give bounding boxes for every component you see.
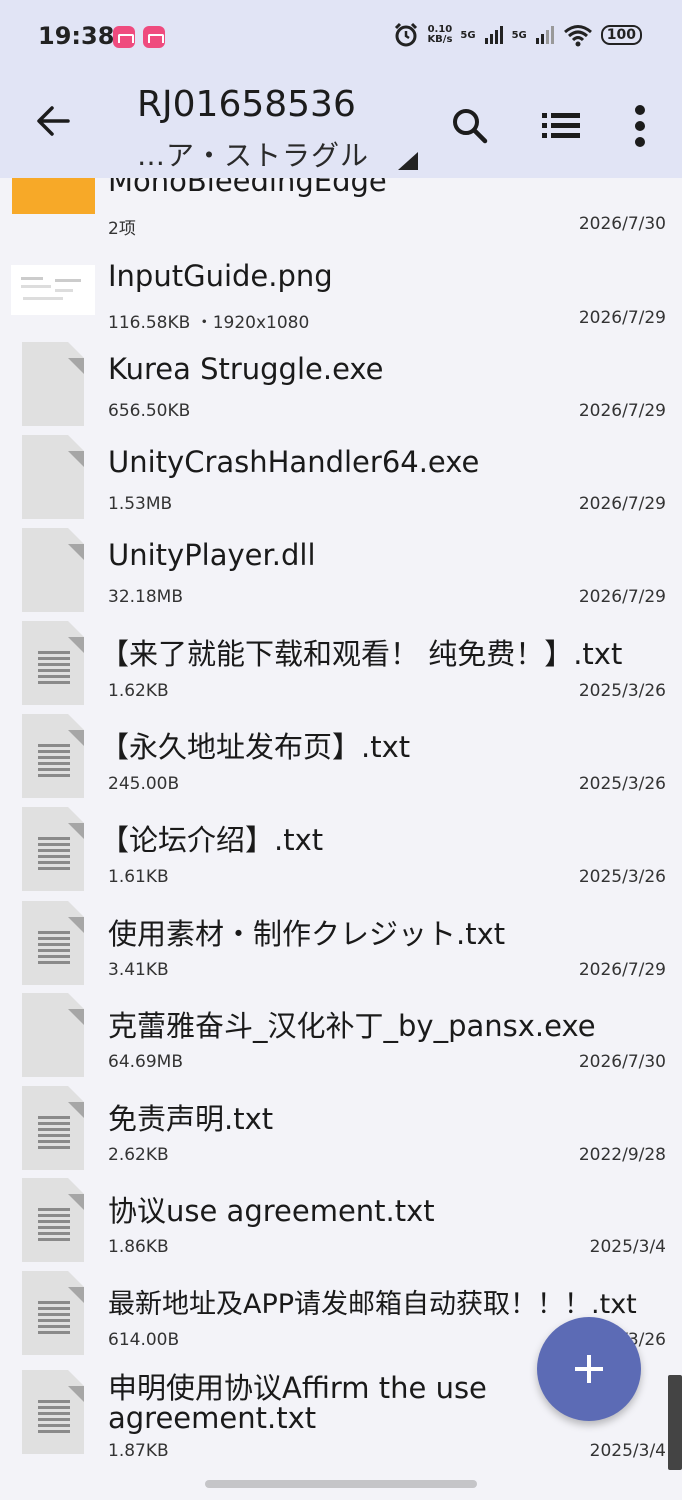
- list-item[interactable]: 【来了就能下载和观看！ 纯免费！】.txt 1.62KB 2025/3/26: [0, 621, 682, 716]
- path-subtitle[interactable]: …ア・ストラグル: [137, 134, 369, 174]
- file-name: 免责声明.txt: [108, 1102, 274, 1136]
- file-date: 2025/3/26: [578, 681, 666, 701]
- list-item[interactable]: 【论坛介绍】.txt 1.61KB 2025/3/26: [0, 807, 682, 902]
- file-meta: 116.58KB ・1920x1080: [108, 313, 310, 333]
- file-name: 协议use agreement.txt: [108, 1194, 435, 1228]
- file-icon: [22, 528, 84, 612]
- text-file-icon: [22, 807, 84, 891]
- scrollbar-thumb[interactable]: [668, 1375, 682, 1470]
- file-date: 2026/7/30: [578, 214, 666, 234]
- text-file-icon: [22, 714, 84, 798]
- alarm-icon: [395, 22, 418, 47]
- list-item[interactable]: 协议use agreement.txt 1.86KB 2025/3/4: [0, 1178, 682, 1273]
- list-item[interactable]: Kurea Struggle.exe 656.50KB 2026/7/29: [0, 342, 682, 438]
- file-date: 2025/3/4: [589, 1237, 666, 1257]
- file-icon: [22, 342, 84, 426]
- file-date: 2022/9/28: [578, 1145, 666, 1165]
- arrow-back-icon[interactable]: [34, 102, 72, 140]
- file-date: 2025/3/26: [578, 774, 666, 794]
- file-name: 【论坛介绍】.txt: [100, 823, 324, 857]
- text-file-icon: [22, 901, 84, 985]
- app-notification-icon: [143, 26, 165, 48]
- network-type-2: 5G: [511, 29, 527, 41]
- list-view-icon[interactable]: [542, 112, 580, 140]
- file-name: 【来了就能下载和观看！ 纯免费！】.txt: [100, 637, 623, 671]
- file-name: 使用素材・制作クレジット.txt: [108, 917, 506, 951]
- file-name-line2: agreement.txt: [108, 1401, 317, 1435]
- file-name: UnityPlayer.dll: [108, 538, 316, 572]
- more-vert-icon[interactable]: [632, 104, 648, 148]
- file-meta: 1.86KB: [108, 1237, 169, 1257]
- file-date: 2025/3/4: [589, 1441, 666, 1461]
- list-item[interactable]: UnityCrashHandler64.exe 1.53MB 2026/7/29: [0, 435, 682, 531]
- file-name: MonoBleedingEdge: [108, 178, 387, 198]
- file-date: 2026/7/30: [578, 1052, 666, 1072]
- path-dropdown-icon[interactable]: [398, 152, 418, 170]
- file-date: 2026/7/29: [578, 587, 666, 607]
- file-name: Kurea Struggle.exe: [108, 352, 384, 386]
- network-speed: 0.10 KB/s: [427, 25, 452, 45]
- list-item[interactable]: 【永久地址发布页】.txt 245.00B 2025/3/26: [0, 714, 682, 809]
- file-list: MonoBleedingEdge 2项 2026/7/30 InputGuide…: [0, 178, 682, 1500]
- list-item[interactable]: UnityPlayer.dll 32.18MB 2026/7/29: [0, 528, 682, 623]
- battery-indicator: 100: [600, 25, 642, 45]
- speed-unit: KB/s: [427, 34, 453, 45]
- text-file-icon: [22, 1086, 84, 1170]
- file-meta: 1.87KB: [108, 1441, 169, 1461]
- file-meta: 64.69MB: [108, 1052, 183, 1072]
- file-date: 2025/3/26: [578, 867, 666, 887]
- status-bar: 19:38 0.10 KB/s 5G 5G 100: [0, 0, 682, 72]
- wifi-icon: [563, 25, 592, 47]
- text-file-icon: [22, 621, 84, 705]
- list-item[interactable]: 使用素材・制作クレジット.txt 3.41KB 2026/7/29: [0, 901, 682, 994]
- file-date: 2026/7/29: [578, 401, 666, 421]
- home-indicator[interactable]: [205, 1480, 477, 1488]
- file-meta: 614.00B: [108, 1330, 180, 1350]
- list-item[interactable]: InputGuide.png 116.58KB ・1920x1080 2026/…: [0, 253, 682, 346]
- app-notification-icon: [113, 26, 135, 48]
- text-file-icon: [22, 1178, 84, 1262]
- signal-icon: [484, 26, 503, 44]
- file-meta: 2项: [108, 219, 136, 239]
- file-name: InputGuide.png: [108, 259, 333, 293]
- file-meta: 32.18MB: [108, 587, 183, 607]
- file-meta: 3.41KB: [108, 960, 169, 980]
- search-icon[interactable]: [450, 106, 490, 146]
- file-name: 【永久地址发布页】.txt: [100, 730, 411, 764]
- file-date: 2026/7/29: [578, 308, 666, 328]
- file-meta: 1.53MB: [108, 494, 173, 514]
- image-thumbnail: [11, 265, 95, 315]
- file-meta: 1.61KB: [108, 867, 169, 887]
- file-name: 克蕾雅奋斗_汉化补丁_by_pansx.exe: [108, 1009, 596, 1043]
- page-title: RJ01658536: [137, 84, 356, 125]
- file-meta: 656.50KB: [108, 401, 191, 421]
- file-date: 2026/7/29: [578, 960, 666, 980]
- folder-icon: [12, 178, 95, 214]
- app-bar: RJ01658536 …ア・ストラグル: [0, 72, 682, 178]
- file-icon: [22, 993, 84, 1077]
- file-icon: [22, 435, 84, 519]
- text-file-icon: [22, 1271, 84, 1355]
- network-type-1: 5G: [460, 29, 476, 41]
- status-indicators: 0.10 KB/s 5G 5G 100: [393, 22, 642, 48]
- file-meta: 245.00B: [108, 774, 180, 794]
- text-file-icon: [22, 1370, 84, 1454]
- list-item[interactable]: MonoBleedingEdge 2项 2026/7/30: [0, 178, 682, 253]
- signal-icon: [535, 26, 554, 44]
- file-name: UnityCrashHandler64.exe: [108, 445, 480, 479]
- file-meta: 2.62KB: [108, 1145, 169, 1165]
- status-time: 19:38: [38, 22, 115, 50]
- list-item[interactable]: 克蕾雅奋斗_汉化补丁_by_pansx.exe 64.69MB 2026/7/3…: [0, 993, 682, 1087]
- file-name: 最新地址及APP请发邮箱自动获取！！！.txt: [108, 1289, 637, 1320]
- add-icon[interactable]: [537, 1317, 641, 1421]
- file-date: 2026/7/29: [578, 494, 666, 514]
- file-meta: 1.62KB: [108, 681, 169, 701]
- list-item[interactable]: 免责声明.txt 2.62KB 2022/9/28: [0, 1086, 682, 1180]
